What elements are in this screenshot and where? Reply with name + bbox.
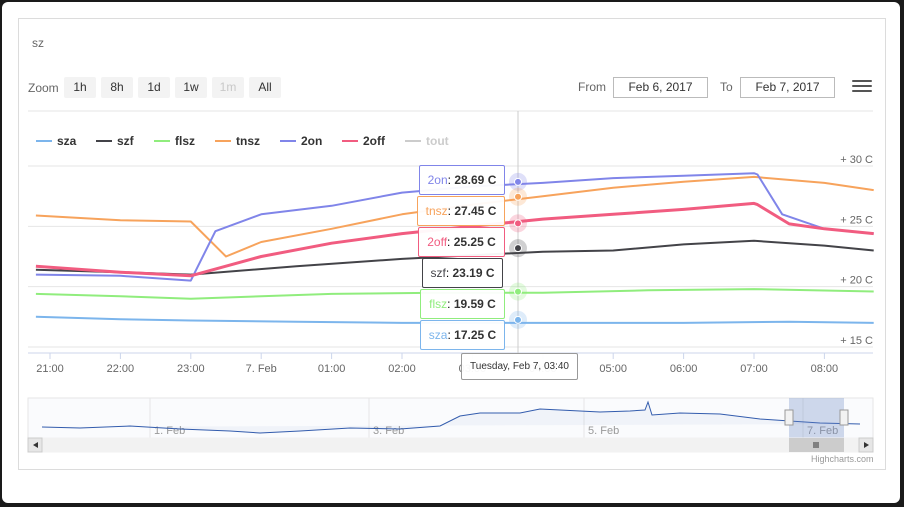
hover-marker-szf [514,244,522,253]
credits-link[interactable]: Highcharts.com [811,454,874,464]
tooltip-sza: sza: 17.25 C [420,320,505,350]
hover-marker-tnsz [514,192,522,201]
x-tick-label: 21:00 [36,363,64,375]
y-tick-label: + 30 C [840,154,873,166]
navigator-handle[interactable] [784,409,794,426]
x-tick-label: 23:00 [177,363,205,375]
tooltip-date-header: Tuesday, Feb 7, 03:40 [461,353,578,380]
x-tick-label: 01:00 [318,363,346,375]
tooltip-flsz: flsz: 19.59 C [420,289,505,319]
y-tick-label: + 15 C [840,335,873,347]
tooltip-2off: 2off: 25.25 C [418,227,505,257]
tooltip-szf: szf: 23.19 C [422,258,503,288]
tooltip-2on: 2on: 28.69 C [419,165,505,195]
x-tick-label: 02:00 [388,363,416,375]
x-tick-label: 08:00 [811,363,839,375]
navigator-selected-range[interactable] [789,398,844,438]
y-tick-label: + 25 C [840,214,873,226]
tooltip-tnsz: tnsz: 27.45 C [417,196,505,226]
x-tick-label: 05:00 [599,363,627,375]
y-tick-label: + 20 C [840,275,873,287]
x-tick-label: 06:00 [670,363,698,375]
hover-marker-2off [514,219,522,228]
hover-marker-2on [514,177,522,186]
navigator-label: 5. Feb [588,425,619,437]
scrollbar-track[interactable] [27,437,874,453]
hover-marker-sza [514,315,522,324]
x-tick-label: 22:00 [107,363,135,375]
navigator-handle[interactable] [839,409,849,426]
x-tick-label: 07:00 [740,363,768,375]
hover-marker-flsz [514,287,522,296]
x-tick-label: 7. Feb [246,363,277,375]
